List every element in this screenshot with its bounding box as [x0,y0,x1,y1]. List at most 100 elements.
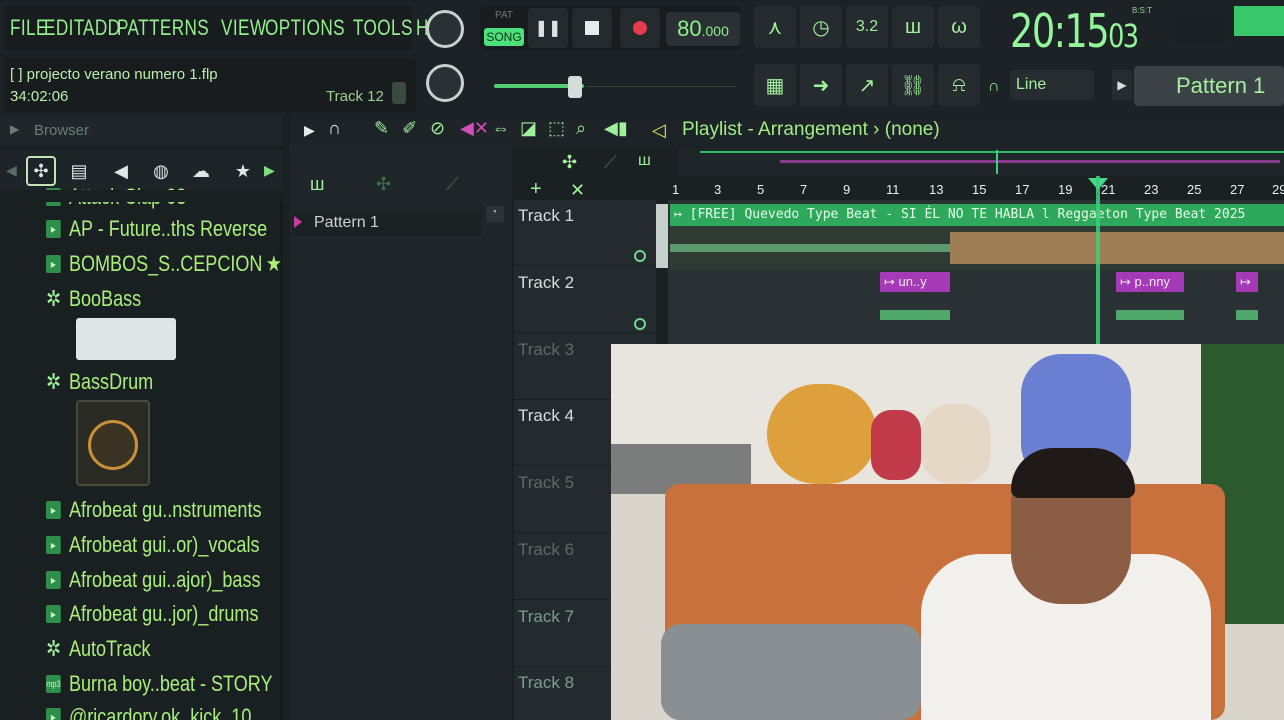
clip-arrow-icon: ↦ [1120,274,1135,289]
magnet-icon[interactable]: ∩ [328,118,341,139]
browser-item[interactable]: ▸ BOMBOS_S..CEPCION ★ [46,251,282,277]
hint-track-label: Track 12 [326,88,384,105]
playlist-title-text: Playlist - Arrangement [682,119,868,140]
browser-item[interactable]: ▸ AP - Future..ths Reverse [46,216,267,242]
browser-tabs-next[interactable]: ▶ [264,162,275,179]
menu-add[interactable]: ADD [83,15,120,41]
pattern-link-icon[interactable]: ⟋ [446,174,459,195]
pause-button[interactable]: ❚❚ [528,8,568,48]
menu-edit[interactable]: EDIT [44,15,85,41]
browser-item-label: AP - Future..ths Reverse [68,216,268,241]
audio-clip[interactable]: ↦ [1236,272,1258,292]
slip-icon[interactable]: ⇔ [492,118,510,139]
playlist-current-pattern[interactable]: (none) [885,119,940,140]
slider-track [586,86,736,87]
menu-patterns[interactable]: PATTERNS [117,15,209,41]
bar-number: 15 [972,182,987,197]
browser-item[interactable]: ✲ BooBass [46,286,141,312]
add-track-icon[interactable]: + [530,178,542,201]
song-position-clock[interactable]: 20:1503 [1010,4,1139,58]
metronome-icon: ⋏ [767,16,783,39]
mute-icon[interactable]: ◀✕ [460,118,489,139]
loop-record-icon: ω [951,15,967,38]
typing-keyboard-button[interactable]: ▦ [754,64,796,106]
slice-icon[interactable]: ◪ [520,118,537,139]
audio-button[interactable]: ⍾ [938,64,980,106]
loop-record-button[interactable]: ω [938,6,980,48]
snap-select[interactable]: Line [1010,70,1094,100]
audio-clip[interactable]: ↦ [FREE] Quevedo Type Beat - SI ÉL NO TE… [670,204,1284,226]
arrow-button[interactable]: ➜ [800,64,842,106]
menu-tools[interactable]: TOOLS [353,15,413,41]
browser-item[interactable]: ▸ Afrobeat gui..or)_vocals [46,532,259,558]
main-pitch-knob[interactable] [426,64,464,102]
browser-tab-plugins[interactable]: ◀ [106,156,136,186]
main-volume-knob[interactable] [426,10,464,48]
browser-item[interactable]: ✲ AutoTrack [46,636,151,662]
plugin-gear-icon: ✲ [46,636,62,661]
browser-item[interactable]: ▸ Afrobeat gui..ajor)_bass [46,567,260,593]
track-piano-icon[interactable]: ш [638,152,651,170]
delete-icon[interactable]: ⊘ [430,118,445,139]
browser-item[interactable]: ✲ BassDrum [46,369,153,395]
metronome-button[interactable]: ⋏ [754,6,796,48]
drum-knob-graphic [88,420,138,470]
zoom-icon[interactable]: ⌕ [576,118,586,139]
piano-roll-icon[interactable]: ш [310,174,324,195]
menu-file[interactable]: FILE [10,15,48,41]
track-name: Track 2 [518,273,575,292]
select-icon[interactable]: ⬚ [548,118,565,139]
song-mode-button[interactable]: SONG [484,28,524,46]
playback-icon[interactable]: ◀▮ [604,118,628,139]
bassdrum-plugin-thumbnail [76,400,150,486]
playlist-menu-arrow[interactable]: ▶ [304,122,315,139]
stop-button[interactable] [572,8,612,48]
track-scrollbar[interactable] [656,204,668,268]
clip-waveform [880,310,950,320]
pattern-tools-icon[interactable]: ✣ [376,174,391,195]
master-volume-handle[interactable] [568,76,582,98]
track-link-icon[interactable]: ⟋ [604,152,617,173]
remove-track-icon[interactable]: ✕ [570,180,585,201]
browser-item[interactable]: ▸ Afrobeat gu..nstruments [46,497,261,523]
track-1-active-indicator[interactable] [634,250,646,262]
wait-for-input-button[interactable]: ◷ [800,6,842,48]
audio-clip[interactable]: ↦ un..y [880,272,950,292]
pattern-scroll-button[interactable]: ▪ [486,206,504,222]
browser-tab-cloud[interactable]: ☁ [186,156,216,186]
record-icon [633,21,647,35]
track-tools-icon[interactable]: ✣ [562,152,577,173]
blend-notes-button[interactable]: ↗ [846,64,888,106]
browser-tab-favorites[interactable]: ★ [228,156,258,186]
browser-item[interactable]: mp3 Burna boy..beat - STORY [46,671,273,697]
pattern-prev-button[interactable]: ▶ [1112,70,1132,100]
pattern-selector[interactable]: Pattern 1 [1134,66,1284,106]
menu-options[interactable]: OPTIONS [265,15,345,41]
audio-file-icon: ▸ [46,571,61,589]
clip-title: [FREE] Quevedo Type Beat - SI ÉL NO TE H… [689,207,1246,222]
record-button[interactable] [620,8,660,48]
audio-clip[interactable]: ↦ p..nny [1116,272,1184,292]
pattern-list-item[interactable]: Pattern 1 [292,210,482,236]
track-2-active-indicator[interactable] [634,318,646,330]
browser-tab-all[interactable]: ✣ [26,156,56,186]
browser-tabs-prev[interactable]: ◀ [6,162,17,179]
expand-icon[interactable]: ▶ [10,122,19,136]
menu-view[interactable]: VIEW [221,15,266,41]
clip-arrow-icon: ↦ [884,274,899,289]
link-button[interactable]: ⛓ [892,64,934,106]
tempo-display[interactable]: 80.000 [666,12,740,46]
playhead-line [1096,176,1100,344]
pat-mode-label[interactable]: PAT [484,10,524,21]
arrow-right-icon: ➜ [812,74,830,97]
browser-tab-project[interactable]: ▤ [64,156,94,186]
bell-icon: ⍾ [952,73,966,96]
brush-icon[interactable]: ✐ [402,118,417,139]
pencil-icon[interactable]: ✎ [374,118,389,139]
browser-tab-world[interactable]: ◍ [146,156,176,186]
step-edit-button[interactable]: ш [892,6,934,48]
countdown-button[interactable]: 3.2 [846,6,888,48]
browser-item[interactable]: ▸ @ricardory.ok_kick_10 [46,704,251,720]
browser-item-label: Afrobeat gu..jor)_drums [68,601,259,626]
browser-item[interactable]: ▸ Afrobeat gu..jor)_drums [46,601,258,627]
